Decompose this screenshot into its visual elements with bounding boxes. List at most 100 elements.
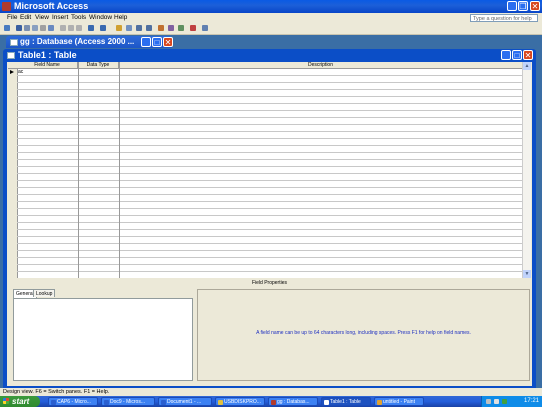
task-doc9[interactable]: Doc9 - Micros... [101,397,155,406]
column-divider [78,62,79,278]
task-label: Document1 - ... [167,399,202,405]
close-icon[interactable]: ✕ [530,1,540,11]
field-name-cell[interactable]: ac [17,69,77,75]
search-icon[interactable] [24,25,30,31]
start-label: start [12,397,30,406]
access-icon [271,400,276,405]
table-minimize-icon[interactable]: _ [501,50,511,60]
scroll-down-icon[interactable]: ▼ [523,270,531,278]
app-title-bar[interactable]: Microsoft Access _ ❐ ✕ [0,0,542,13]
volume-icon[interactable] [494,399,499,404]
table-window-title: Table1 : Table [18,50,77,60]
current-row-arrow-icon [10,70,14,74]
windows-logo-icon [3,398,9,404]
task-table1[interactable]: Table1 : Table [321,397,371,406]
app-title: Microsoft Access [14,1,89,11]
status-bar: Design view. F6 = Switch panes. F1 = Hel… [0,388,542,396]
table-design-area: Field Name Data Type Description ac ▲ ▼ … [7,62,532,386]
task-paint[interactable]: untitled - Paint [374,397,424,406]
start-button[interactable]: start [0,396,40,407]
new-object-icon[interactable] [190,25,196,31]
field-help-panel: A field name can be up to 64 characters … [197,289,530,381]
vertical-scrollbar[interactable]: ▲ ▼ [522,62,531,278]
database-window-bar[interactable]: gg : Database (Access 2000 ... _ □ ✕ [6,36,173,48]
table-icon [7,52,15,59]
task-label: Table1 : Table [330,399,361,405]
folder-icon [218,400,223,405]
undo-icon[interactable] [88,25,94,31]
task-gg-database[interactable]: gg : Databas... [268,397,318,406]
restore-icon[interactable]: ❐ [518,1,528,11]
property-sheet[interactable] [13,298,193,381]
table-close-icon[interactable]: ✕ [523,50,533,60]
help-question-input[interactable]: Type a question for help [470,14,538,22]
column-header-data-type[interactable]: Data Type [78,62,119,68]
grid-header: Field Name Data Type Description [8,62,523,69]
primary-key-icon[interactable] [116,25,122,31]
menu-insert[interactable]: Insert [52,14,68,21]
word-icon [51,400,56,405]
access-app-icon[interactable] [2,2,11,11]
field-properties-label: Field Properties [251,280,287,286]
status-text: Design view. F6 = Switch panes. F1 = Hel… [3,389,110,395]
preview-icon[interactable] [40,25,46,31]
menu-window[interactable]: Window [89,14,112,21]
task-label: CAP6 - Micro... [57,399,91,405]
paste-icon[interactable] [76,25,82,31]
task-label: untitled - Paint [383,399,415,405]
db-maximize-icon[interactable]: □ [152,37,162,47]
menu-tools[interactable]: Tools [71,14,86,21]
system-tray: 17:21 [481,396,542,407]
properties-icon[interactable] [158,25,164,31]
word-icon [104,400,109,405]
menu-edit[interactable]: Edit [20,14,31,21]
table-window-title-bar[interactable]: Table1 : Table _ □ ✕ [3,49,536,62]
minimize-icon[interactable]: _ [507,1,517,11]
tab-lookup[interactable]: Lookup [33,289,56,297]
view-icon[interactable] [4,25,10,31]
database-icon [10,39,18,46]
column-divider [119,62,120,278]
grid-rows[interactable] [17,69,523,278]
table-icon [324,400,329,405]
clock: 17:21 [523,398,539,404]
word-icon [161,400,166,405]
column-header-field-name[interactable]: Field Name [17,62,78,68]
menu-file[interactable]: File [7,14,17,21]
insert-rows-icon[interactable] [136,25,142,31]
menu-help[interactable]: Help [114,14,127,21]
network-icon[interactable] [486,399,491,404]
table-window: Table1 : Table _ □ ✕ Field Name Data Typ… [3,49,536,388]
task-cap6[interactable]: CAP6 - Micro... [48,397,98,406]
delete-rows-icon[interactable] [146,25,152,31]
help-icon[interactable] [202,25,208,31]
task-document1[interactable]: Document1 - ... [158,397,212,406]
taskbar: start CAP6 - Micro... Doc9 - Micros... D… [0,396,542,407]
spell-icon[interactable] [48,25,54,31]
table-maximize-icon[interactable]: □ [512,50,522,60]
field-grid[interactable]: Field Name Data Type Description ac ▲ ▼ [8,62,531,278]
cut-icon[interactable] [60,25,66,31]
database-window-icon[interactable] [178,25,184,31]
copy-icon[interactable] [68,25,74,31]
database-window-title: gg : Database (Access 2000 ... [20,37,135,46]
save-icon[interactable] [16,25,22,31]
task-label: gg : Databas... [277,399,310,405]
task-label: Doc9 - Micros... [110,399,146,405]
db-minimize-icon[interactable]: _ [141,37,151,47]
menu-bar: File Edit View Insert Tools Window Help … [0,13,542,23]
redo-icon[interactable] [100,25,106,31]
task-label: USBDISKPRO... [224,399,261,405]
paint-icon [377,400,382,405]
build-icon[interactable] [168,25,174,31]
scroll-up-icon[interactable]: ▲ [523,62,531,70]
tray-app-icon[interactable] [502,399,507,404]
task-usbdisk[interactable]: USBDISKPRO... [215,397,265,406]
db-close-icon[interactable]: ✕ [163,37,173,47]
print-icon[interactable] [32,25,38,31]
field-help-text: A field name can be up to 64 characters … [256,330,471,336]
indexes-icon[interactable] [126,25,132,31]
menu-view[interactable]: View [35,14,49,21]
column-header-description[interactable]: Description [119,62,523,68]
toolbar [0,23,542,35]
